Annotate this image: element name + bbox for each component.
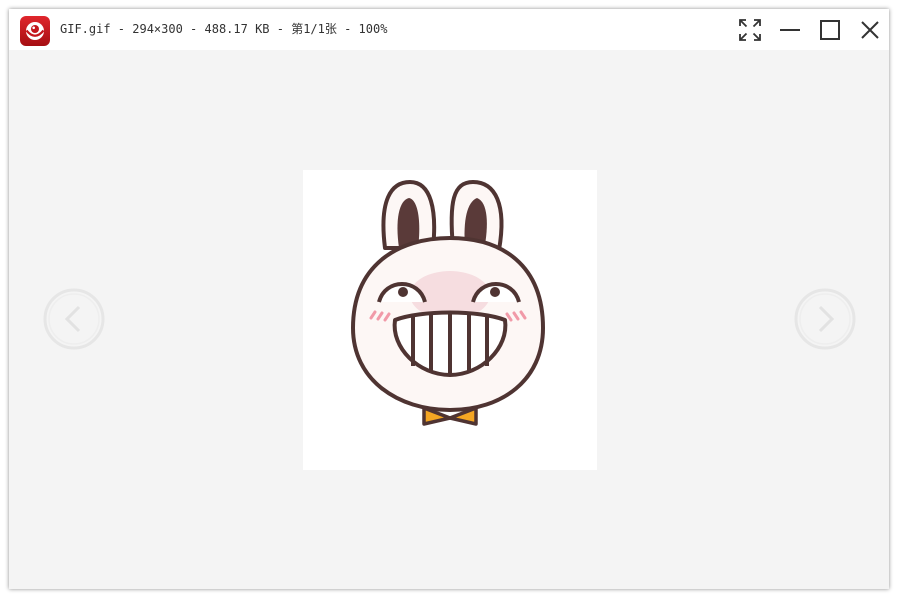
- fullscreen-button[interactable]: [737, 17, 763, 43]
- image-viewer-window: GIF.gif - 294×300 - 488.17 KB - 第1/1张 - …: [9, 9, 889, 589]
- title-bar[interactable]: GIF.gif - 294×300 - 488.17 KB - 第1/1张 - …: [9, 9, 889, 50]
- previous-image-button[interactable]: [43, 288, 105, 350]
- chevron-right-icon: [794, 288, 856, 350]
- close-icon: [861, 21, 879, 39]
- chevron-left-icon: [43, 288, 105, 350]
- rabbit-sticker-image: [350, 180, 546, 426]
- next-image-button[interactable]: [794, 288, 856, 350]
- maximize-icon: [820, 20, 840, 40]
- window-title: GIF.gif - 294×300 - 488.17 KB - 第1/1张 - …: [60, 22, 388, 36]
- fullscreen-icon: [739, 19, 761, 41]
- maximize-button[interactable]: [817, 17, 843, 43]
- app-logo-icon: [20, 16, 50, 46]
- minimize-button[interactable]: [777, 17, 803, 43]
- close-button[interactable]: [857, 17, 883, 43]
- image-viewport[interactable]: [9, 50, 889, 589]
- minimize-icon: [780, 29, 800, 31]
- displayed-image: [303, 170, 597, 470]
